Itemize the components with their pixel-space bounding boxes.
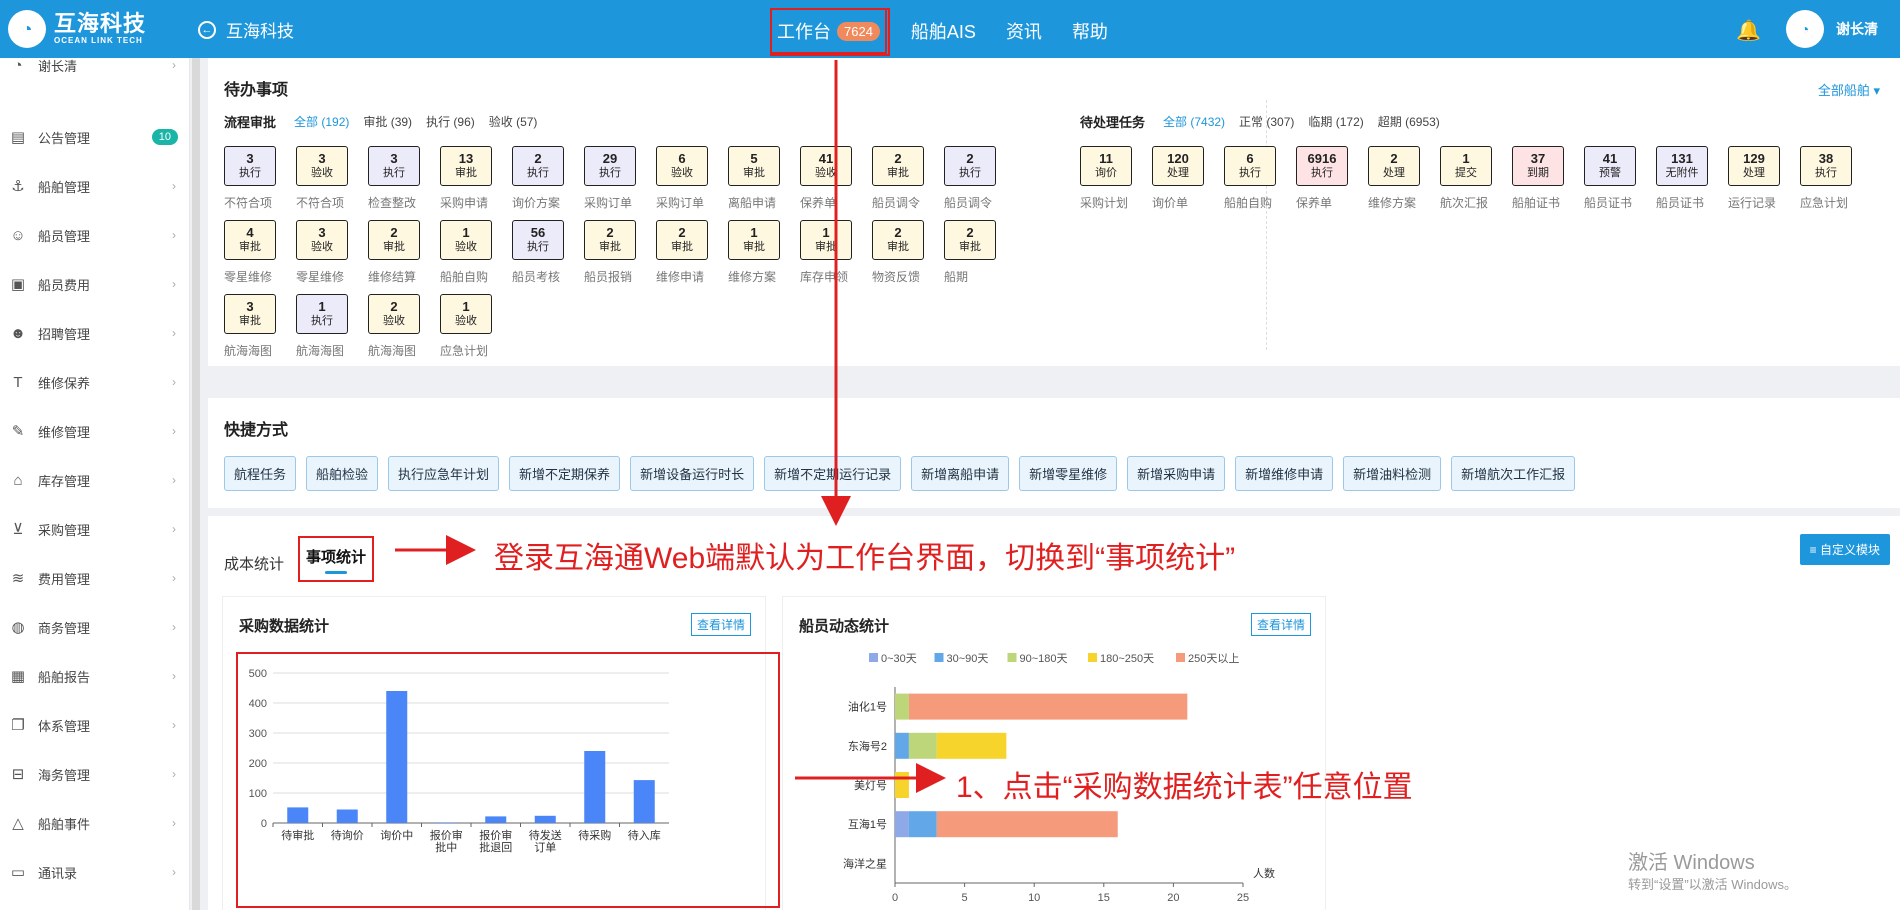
annotation-click-chart: 1、点击“采购数据统计表”任意位置 <box>956 771 1413 804</box>
highlight-purchase-chart <box>236 652 780 908</box>
watermark-line1: 激活 Windows <box>1628 852 1755 874</box>
annotation-switch-tab: 登录互海通Web端默认为工作台界面，切换到“事项统计” <box>494 542 1236 575</box>
watermark-line2: 转到“设置”以激活 Windows。 <box>1628 877 1798 892</box>
